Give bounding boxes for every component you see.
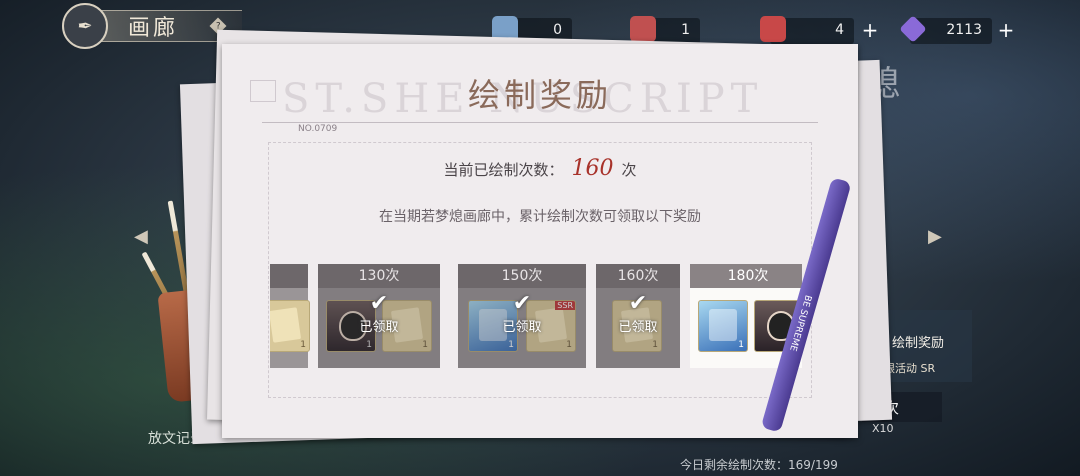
panel-title: 绘制奖励	[467, 76, 612, 114]
ticket-b-icon	[630, 16, 656, 42]
reward-card-header: 130次	[318, 264, 440, 288]
currency-ticket-c: 4	[760, 16, 854, 44]
prev-arrow-icon[interactable]: ◀	[134, 226, 164, 250]
diamond-icon	[899, 15, 927, 43]
divider	[262, 122, 818, 123]
add-diamond-button[interactable]: +	[996, 20, 1016, 40]
draw-count-value: 160	[571, 156, 614, 181]
reward-card[interactable]: 1	[270, 264, 310, 368]
back-button[interactable]: ✒	[62, 3, 108, 49]
add-ticket-button[interactable]: +	[860, 20, 880, 40]
reward-card[interactable]: 130次 1 1 ✔ 已领取	[318, 264, 440, 368]
reward-card-header: 150次	[458, 264, 586, 288]
check-icon: ✔	[369, 291, 389, 316]
currency-value: 4	[835, 22, 844, 38]
draw-count: 当前已绘制次数： 160 次	[222, 156, 858, 181]
next-arrow-icon[interactable]: ▶	[928, 226, 958, 250]
check-icon: ✔	[628, 291, 648, 316]
currency-value: 1	[681, 22, 690, 38]
reward-card-header	[270, 264, 308, 288]
draw-ten-multiplier: X10	[872, 422, 894, 435]
reward-track[interactable]: 1 130次 1 1 ✔已领取 150次 1 SSR1 ✔已领取 160次	[270, 264, 802, 368]
claimed-status: ✔ 已领取	[318, 291, 440, 336]
remaining-draws: 今日剩余绘制次数：169/199	[680, 458, 838, 472]
check-icon: ✔	[512, 291, 532, 316]
reward-item[interactable]: 1	[270, 300, 310, 352]
reward-card-header: 180次	[690, 264, 802, 288]
ticket-c-icon	[760, 16, 786, 42]
draw-count-unit: 次	[621, 161, 637, 179]
draw-reward-entry-title: 绘制奖励	[892, 336, 945, 351]
reward-description: 在当期若梦熄画廊中，累计绘制次数可领取以下奖励	[379, 209, 701, 225]
page-title: 画廊	[128, 16, 179, 41]
reward-card[interactable]: 160次 1 ✔ 已领取	[596, 264, 680, 368]
reward-card[interactable]: 150次 1 SSR 1 ✔ 已领取	[458, 264, 586, 368]
reward-item[interactable]: 1	[698, 300, 748, 352]
currency-value: 2113	[946, 22, 982, 38]
reward-card-body: 1	[270, 288, 310, 368]
currency-value: 0	[553, 22, 562, 38]
draw-count-label: 当前已绘制次数：	[443, 161, 564, 179]
quill-icon: ✒	[77, 15, 93, 37]
claimed-status: ✔ 已领取	[458, 291, 586, 336]
serial-number: NO.0709	[298, 124, 338, 134]
draw-reward-entry-sub: 限活动 SR	[884, 362, 936, 375]
currency-diamond: 2113	[899, 15, 992, 44]
reward-card-header: 160次	[596, 264, 680, 288]
claimed-status: ✔ 已领取	[596, 291, 680, 336]
reward-panel: ST.SHE NUSCRIPT NO.0709 绘制奖励 当前已绘制次数： 160…	[222, 44, 858, 438]
